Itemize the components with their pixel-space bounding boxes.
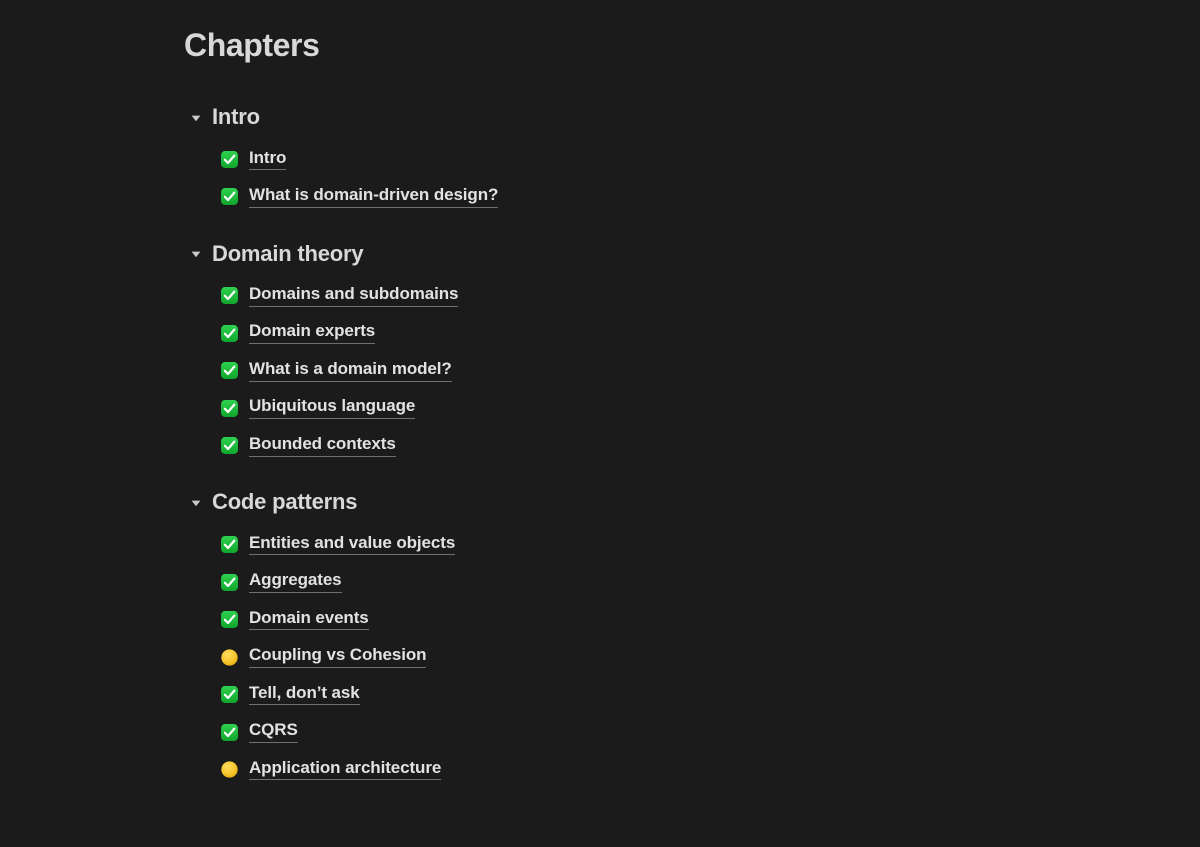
chapter-link[interactable]: CQRS bbox=[249, 720, 298, 743]
check-mark-button-icon bbox=[220, 324, 239, 343]
chapter-row: Bounded contexts bbox=[184, 427, 1200, 465]
chapter-row: CQRS bbox=[184, 713, 1200, 751]
chapters-page: Chapters Intro Intro What is domain-driven… bbox=[0, 0, 1200, 847]
chapter-link[interactable]: Domain experts bbox=[249, 322, 375, 345]
section-title: Code patterns bbox=[212, 489, 358, 515]
chapter-section: Domain theory Domains and subdomains Domai… bbox=[184, 241, 1200, 465]
check-mark-button-icon bbox=[220, 573, 239, 592]
chapter-list: Domains and subdomains Domain experts What… bbox=[184, 277, 1200, 465]
page-title: Chapters bbox=[184, 27, 320, 63]
chevron-down-icon[interactable] bbox=[190, 248, 202, 260]
yellow-circle-icon bbox=[220, 760, 239, 779]
chapter-link[interactable]: Domain events bbox=[249, 608, 369, 631]
chapter-link[interactable]: What is domain-driven design? bbox=[249, 185, 498, 208]
check-mark-button-icon bbox=[220, 150, 239, 169]
chapter-link[interactable]: Aggregates bbox=[249, 570, 342, 593]
chapter-row: Ubiquitous language bbox=[184, 389, 1200, 427]
check-mark-button-icon bbox=[220, 187, 239, 206]
chapter-row: Tell, don’t ask bbox=[184, 676, 1200, 714]
section-title: Domain theory bbox=[212, 240, 364, 266]
chapter-link[interactable]: Domains and subdomains bbox=[249, 284, 458, 307]
chapter-link[interactable]: Entities and value objects bbox=[249, 533, 455, 556]
chapter-link[interactable]: Application architecture bbox=[249, 758, 441, 781]
chapter-list: Intro What is domain-driven design? bbox=[184, 141, 1200, 216]
chapter-sections: Intro Intro What is domain-driven design? D… bbox=[184, 104, 1200, 788]
chapter-row: Coupling vs Cohesion bbox=[184, 638, 1200, 676]
section-title: Intro bbox=[212, 104, 260, 130]
chapter-link[interactable]: Tell, don’t ask bbox=[249, 683, 360, 706]
chapter-row: What is domain-driven design? bbox=[184, 178, 1200, 216]
chapter-row: Application architecture bbox=[184, 751, 1200, 789]
section-header[interactable]: Intro bbox=[184, 104, 1200, 129]
chapter-link[interactable]: Ubiquitous language bbox=[249, 397, 415, 420]
chapter-row: Entities and value objects bbox=[184, 526, 1200, 564]
check-mark-button-icon bbox=[220, 610, 239, 629]
check-mark-button-icon bbox=[220, 436, 239, 455]
chapter-link[interactable]: Bounded contexts bbox=[249, 434, 396, 457]
chapter-row: Aggregates bbox=[184, 563, 1200, 601]
check-mark-button-icon bbox=[220, 286, 239, 305]
check-mark-button-icon bbox=[220, 399, 239, 418]
check-mark-button-icon bbox=[220, 685, 239, 704]
chapter-list: Entities and value objects Aggregates Doma… bbox=[184, 526, 1200, 789]
chapter-link[interactable]: Intro bbox=[249, 148, 286, 171]
chapter-row: Domains and subdomains bbox=[184, 277, 1200, 315]
chapter-link[interactable]: What is a domain model? bbox=[249, 359, 452, 382]
chapter-section: Intro Intro What is domain-driven design? bbox=[184, 104, 1200, 215]
check-mark-button-icon bbox=[220, 361, 239, 380]
chapter-row: Domain events bbox=[184, 601, 1200, 639]
chapter-section: Code patterns Entities and value objects A… bbox=[184, 489, 1200, 788]
chapter-row: Domain experts bbox=[184, 314, 1200, 352]
chapter-link[interactable]: Coupling vs Cohesion bbox=[249, 645, 427, 668]
section-header[interactable]: Domain theory bbox=[184, 241, 1200, 266]
chevron-down-icon[interactable] bbox=[190, 497, 202, 509]
chevron-down-icon[interactable] bbox=[190, 112, 202, 124]
section-header[interactable]: Code patterns bbox=[184, 489, 1200, 514]
chapter-row: What is a domain model? bbox=[184, 352, 1200, 390]
check-mark-button-icon bbox=[220, 535, 239, 554]
chapter-row: Intro bbox=[184, 141, 1200, 179]
check-mark-button-icon bbox=[220, 723, 239, 742]
yellow-circle-icon bbox=[220, 648, 239, 667]
